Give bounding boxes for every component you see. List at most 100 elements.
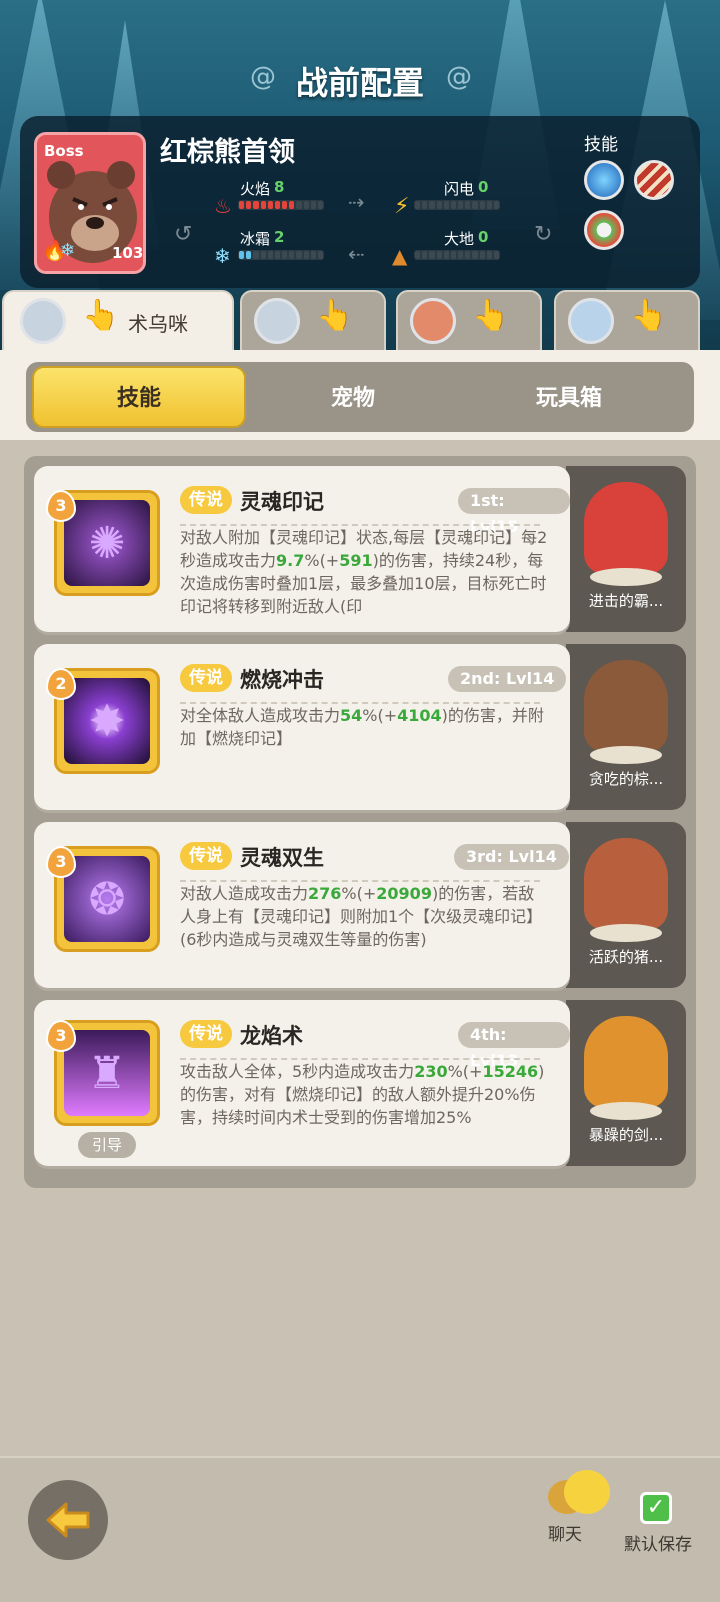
tab-pets[interactable]: 宠物 bbox=[246, 380, 460, 412]
bar-segment bbox=[472, 201, 478, 209]
bar-segment bbox=[415, 201, 421, 209]
bar-segment bbox=[422, 251, 428, 259]
bar-segment bbox=[303, 201, 309, 209]
burst-impact-icon: ✸ bbox=[64, 678, 150, 764]
bar-segment bbox=[296, 251, 302, 259]
dragon-flame-icon: ♜ bbox=[64, 1030, 150, 1116]
tab-toybox[interactable]: 玩具箱 bbox=[462, 380, 676, 412]
bar-segment bbox=[239, 251, 245, 259]
skill-description: 攻击敌人全体，5秒内造成攻击力230%(+15246)的伤害，对有【燃烧印记】的… bbox=[180, 1062, 545, 1127]
pet-slot-2[interactable]: 贪吃的棕... bbox=[566, 644, 686, 810]
pet-name: 贪吃的棕... bbox=[588, 770, 664, 788]
pet-slot-1[interactable]: 进击的霸... bbox=[566, 466, 686, 632]
skill-level-badge: 3 bbox=[46, 1020, 76, 1052]
bar-segment bbox=[486, 201, 492, 209]
earth-bar bbox=[414, 250, 500, 260]
bar-segment bbox=[443, 251, 449, 259]
chat-label: 聊天 bbox=[548, 1525, 582, 1545]
skill-card-4[interactable]: ♜ 3 引导 传说 龙焰术 4th: Lvl13 攻击敌人全体，5秒内造成攻击力… bbox=[34, 1000, 570, 1166]
pet-boar-icon bbox=[584, 838, 668, 930]
soul-flame-icon: ✺ bbox=[64, 500, 150, 586]
hero-avatar bbox=[568, 298, 614, 344]
pet-slot-3[interactable]: 活跃的猪... bbox=[566, 822, 686, 988]
twin-flame-icon: ❂ bbox=[64, 856, 150, 942]
bar-segment bbox=[458, 201, 464, 209]
skill-description: 对全体敌人造成攻击力54%(+4104)的伤害，并附加【燃烧印记】 bbox=[180, 706, 544, 748]
rarity-badge: 传说 bbox=[180, 1020, 232, 1048]
pet-tiger-icon bbox=[584, 1016, 668, 1108]
rarity-badge: 传说 bbox=[180, 842, 232, 870]
boss-level: 103 bbox=[112, 244, 144, 262]
fire-bar bbox=[238, 200, 324, 210]
back-button[interactable] bbox=[28, 1480, 108, 1560]
skill-slot: 2nd: Lvl14 bbox=[448, 666, 567, 692]
rotate-arrow-icon: ↺ bbox=[174, 222, 193, 247]
frost-icon: ❄ bbox=[214, 244, 231, 268]
bar-segment bbox=[436, 201, 442, 209]
chat-face-icon bbox=[564, 1470, 610, 1514]
hero-tab-3[interactable]: 👆 bbox=[396, 290, 542, 352]
pet-pedestal bbox=[590, 568, 662, 586]
bar-segment bbox=[472, 251, 478, 259]
bar-segment bbox=[260, 251, 266, 259]
bar-segment bbox=[303, 251, 309, 259]
bar-segment bbox=[415, 251, 421, 259]
hero-avatar bbox=[410, 298, 456, 344]
skill-card-2[interactable]: ✸ 2 传说 燃烧冲击 2nd: Lvl14 对全体敌人造成攻击力54%(+41… bbox=[34, 644, 570, 810]
skill-description: 对敌人造成攻击力276%(+20909)的伤害，若敌人身上有【灵魂印记】则附加1… bbox=[180, 884, 543, 949]
pet-pedestal bbox=[590, 924, 662, 942]
frost-bar bbox=[238, 250, 324, 260]
bar-segment bbox=[436, 251, 442, 259]
bar-segment bbox=[289, 251, 295, 259]
bar-segment bbox=[267, 251, 273, 259]
pet-bear-bee-icon bbox=[584, 660, 668, 752]
tab-skills-label[interactable]: 技能 bbox=[32, 380, 246, 412]
bar-segment bbox=[493, 201, 500, 209]
skill-slot: 1st: Lvl15 bbox=[458, 488, 570, 536]
rotate-arrow-icon: ↻ bbox=[534, 222, 553, 247]
heal-icon[interactable] bbox=[584, 210, 624, 250]
hero-avatar bbox=[20, 298, 66, 344]
earth-value: 0 bbox=[478, 228, 489, 246]
skill-card-1[interactable]: ✺ 3 传说 灵魂印记 1st: Lvl15 对敌人附加【灵魂印记】状态,每层【… bbox=[34, 466, 570, 632]
default-save-label[interactable]: 默认保存 bbox=[624, 1530, 692, 1555]
fire-icon: ♨ bbox=[214, 194, 232, 218]
bar-segment bbox=[246, 251, 252, 259]
bar-segment bbox=[465, 251, 471, 259]
bar-segment bbox=[253, 251, 259, 259]
lightning-bar bbox=[414, 200, 500, 210]
frost-value: 2 bbox=[274, 228, 285, 246]
pet-pedestal bbox=[590, 1102, 662, 1120]
bar-segment bbox=[443, 201, 449, 209]
bar-segment bbox=[274, 201, 281, 209]
bar-segment bbox=[246, 201, 252, 209]
bar-segment bbox=[429, 251, 435, 259]
cycle-arrow-icon: ⇢ bbox=[348, 190, 365, 214]
chat-button[interactable]: 聊天 bbox=[548, 1470, 612, 1545]
hero-tab-4[interactable]: 👆 bbox=[554, 290, 700, 352]
ice-burst-icon[interactable] bbox=[584, 160, 624, 200]
pet-name: 暴躁的剑... bbox=[588, 1126, 664, 1144]
bar-segment bbox=[282, 251, 288, 259]
tap-hand-icon: 👆 bbox=[630, 298, 668, 333]
bar-segment bbox=[289, 201, 295, 209]
default-save-checkbox[interactable]: ✓ bbox=[640, 1492, 672, 1524]
skill-name: 燃烧冲击 bbox=[240, 668, 324, 692]
lightning-value: 0 bbox=[478, 178, 489, 196]
lightning-icon: ⚡ bbox=[394, 194, 410, 219]
bar-segment bbox=[317, 251, 324, 259]
bar-segment bbox=[458, 251, 464, 259]
frost-label: 冰霜 bbox=[240, 230, 271, 248]
hero-tab-1[interactable]: 👆 术乌咪 bbox=[2, 290, 234, 352]
skill-level-badge: 2 bbox=[46, 668, 76, 700]
rarity-badge: 传说 bbox=[180, 486, 232, 514]
hero-tab-2[interactable]: 👆 bbox=[240, 290, 386, 352]
channel-tag: 引导 bbox=[78, 1132, 137, 1158]
pet-dino-icon bbox=[584, 482, 668, 574]
bar-segment bbox=[479, 201, 485, 209]
pet-slot-4[interactable]: 暴躁的剑... bbox=[566, 1000, 686, 1166]
claw-slash-icon[interactable] bbox=[634, 160, 674, 200]
skill-card-3[interactable]: ❂ 3 传说 灵魂双生 3rd: Lvl14 对敌人造成攻击力276%(+209… bbox=[34, 822, 570, 988]
bar-segment bbox=[260, 201, 266, 209]
rarity-badge: 传说 bbox=[180, 664, 232, 692]
